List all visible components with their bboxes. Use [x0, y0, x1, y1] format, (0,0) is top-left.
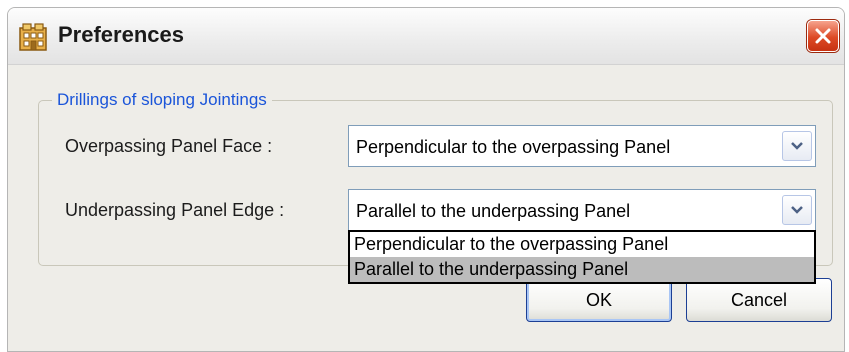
overpassing-dropdown-button[interactable]: [782, 131, 812, 161]
cancel-button[interactable]: Cancel: [686, 278, 832, 322]
underpassing-dropdown-button[interactable]: [782, 195, 812, 225]
dropdown-option-parallel[interactable]: Parallel to the underpassing Panel: [350, 257, 814, 282]
underpassing-panel-edge-label: Underpassing Panel Edge :: [65, 200, 285, 220]
ok-button[interactable]: OK: [526, 278, 672, 322]
preferences-dialog: Preferences Drillings of sloping Jointin…: [7, 7, 845, 352]
overpassing-selected-value: Perpendicular to the overpassing Panel: [356, 137, 671, 157]
title-bar[interactable]: Preferences: [8, 8, 844, 65]
chevron-down-icon: [791, 206, 803, 214]
overpassing-panel-face-select[interactable]: Perpendicular to the overpassing Panel: [348, 125, 816, 167]
underpassing-panel-edge-select[interactable]: Parallel to the underpassing Panel: [348, 189, 816, 231]
preferences-app-icon: [18, 22, 48, 52]
window-title: Preferences: [58, 22, 184, 47]
group-legend: Drillings of sloping Jointings: [52, 90, 272, 110]
overpassing-panel-face-label: Overpassing Panel Face :: [65, 136, 273, 156]
close-button[interactable]: [807, 20, 839, 52]
chevron-down-icon: [791, 142, 803, 150]
dropdown-option-perpendicular[interactable]: Perpendicular to the overpassing Panel: [350, 232, 814, 257]
underpassing-dropdown-list: Perpendicular to the overpassing Panel P…: [348, 230, 816, 284]
underpassing-selected-value: Parallel to the underpassing Panel: [356, 201, 631, 221]
close-icon: [815, 28, 831, 44]
